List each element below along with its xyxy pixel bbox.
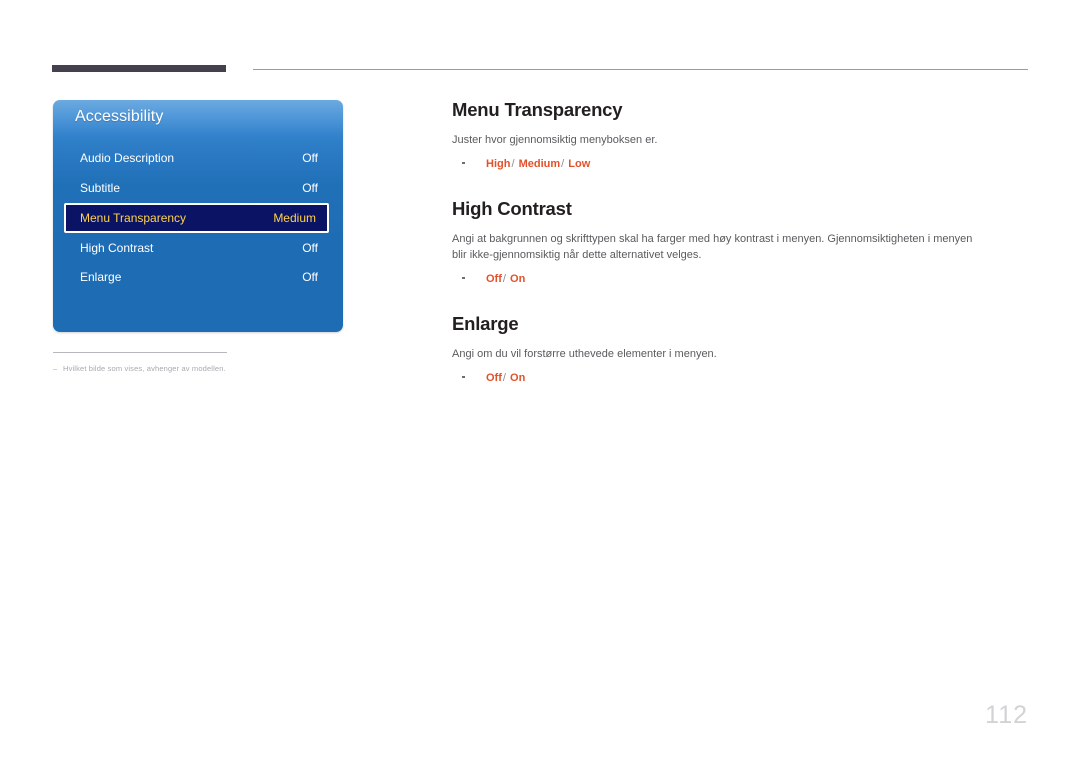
option-value: Off: [486, 371, 502, 384]
osd-menu-list: Audio Description Off Subtitle Off Menu …: [53, 144, 343, 293]
osd-item-label: Menu Transparency: [80, 211, 187, 225]
option-value: Medium: [518, 157, 561, 170]
osd-figure: Accessibility Audio Description Off Subt…: [53, 100, 343, 332]
section-body: Angi om du vil forstørre uthevede elemen…: [452, 347, 717, 360]
osd-menu-item-menu-transparency[interactable]: Menu Transparency Medium: [64, 203, 329, 233]
bullet-icon: [462, 375, 465, 379]
section-heading: Menu Transparency: [452, 99, 623, 120]
section-options: High/ Medium/ Low: [452, 157, 1030, 171]
option-separator: /: [511, 157, 515, 170]
osd-item-value: Off: [302, 151, 318, 165]
footnote-divider: [53, 352, 227, 353]
footnote-line: – Hvilket bilde som vises, avhenger av mo…: [53, 364, 343, 373]
osd-menu-panel: Accessibility Audio Description Off Subt…: [53, 100, 343, 332]
section-high-contrast: High Contrast Angi at bakgrunnen og skri…: [452, 198, 1030, 286]
option-value: On: [510, 272, 526, 285]
osd-item-label: Audio Description: [80, 151, 175, 165]
osd-item-label: Subtitle: [80, 180, 121, 195]
header-rule-line: [253, 69, 1028, 70]
section-body: Juster hvor gjennomsiktig menyboksen er.: [452, 134, 658, 147]
content-column: Menu Transparency Juster hvor gjennomsik…: [452, 99, 1030, 385]
bullet-icon: [462, 276, 465, 279]
option-separator: /: [502, 371, 506, 384]
header-accent-bar: [52, 65, 226, 72]
section-enlarge: Enlarge Angi om du vil forstørre utheved…: [452, 313, 1030, 385]
option-separator: /: [502, 272, 506, 285]
osd-item-label: Enlarge: [80, 270, 122, 284]
section-body: Angi at bakgrunnen og skrifttypen skal h…: [452, 233, 973, 261]
section-menu-transparency: Menu Transparency Juster hvor gjennomsik…: [452, 99, 1030, 171]
osd-item-value: Off: [302, 240, 318, 255]
footnote-dash-icon: –: [53, 364, 58, 373]
osd-item-value: Off: [302, 180, 318, 195]
osd-item-value: Off: [302, 270, 318, 284]
option-value: High: [486, 157, 511, 170]
page-header: [0, 0, 1080, 90]
bullet-icon: [462, 161, 465, 165]
osd-panel-title: Accessibility: [75, 108, 164, 125]
page-number: 112: [985, 701, 1028, 729]
osd-menu-item-high-contrast[interactable]: High Contrast Off: [53, 234, 343, 263]
figure-footnote: – Hvilket bilde som vises, avhenger av mo…: [53, 352, 343, 373]
osd-menu-item-enlarge[interactable]: Enlarge Off: [53, 263, 343, 292]
osd-item-label: High Contrast: [80, 240, 154, 255]
osd-menu-item-subtitle[interactable]: Subtitle Off: [53, 174, 343, 203]
section-options: Off/ On: [452, 371, 1030, 385]
section-heading: High Contrast: [452, 198, 572, 220]
option-value: Off: [486, 272, 502, 285]
option-value: Low: [568, 157, 591, 170]
osd-menu-item-audio-description[interactable]: Audio Description Off: [53, 144, 343, 173]
footnote-text: Hvilket bilde som vises, avhenger av mod…: [63, 364, 226, 373]
osd-item-value: Medium: [273, 211, 316, 225]
option-value: On: [510, 371, 526, 384]
section-options: Off/ On: [452, 272, 1030, 286]
option-separator: /: [561, 157, 565, 170]
section-heading: Enlarge: [452, 312, 519, 334]
